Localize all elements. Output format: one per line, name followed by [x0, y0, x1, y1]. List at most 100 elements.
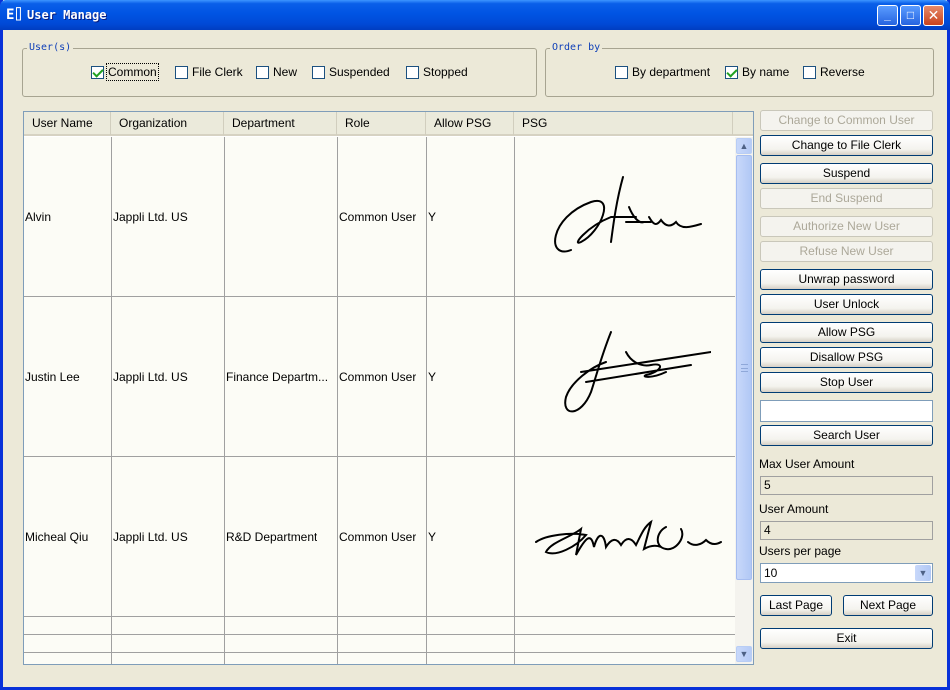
table-row-empty[interactable]: [24, 617, 735, 635]
close-button[interactable]: ✕: [923, 5, 944, 26]
cell-psg: [515, 457, 735, 616]
checkbox-icon: [256, 65, 269, 79]
change-to-file-clerk-button[interactable]: Change to File Clerk: [760, 135, 933, 156]
table-row-empty[interactable]: [24, 635, 735, 653]
cell-organization: Jappli Ltd. US: [112, 137, 225, 296]
suspend-button[interactable]: Suspend: [760, 163, 933, 184]
column-header-user-name[interactable]: User Name: [24, 112, 111, 135]
cell-empty: [427, 635, 515, 652]
cell-organization: Jappli Ltd. US: [112, 457, 225, 616]
filter-new-checkbox[interactable]: New: [256, 64, 297, 80]
users-per-page-value: 10: [764, 566, 778, 580]
grip-icon: [741, 364, 748, 372]
order-by-name-checkbox[interactable]: By name: [725, 64, 789, 80]
scroll-down-icon[interactable]: ▼: [736, 646, 752, 662]
cell-empty: [338, 653, 427, 664]
max-user-amount-label: Max User Amount: [759, 457, 855, 471]
checkbox-checked-icon: [725, 65, 738, 79]
end-suspend-button[interactable]: End Suspend: [760, 188, 933, 209]
checkbox-icon: [615, 65, 628, 79]
filter-suspended-checkbox[interactable]: Suspended: [312, 64, 390, 80]
users-filter-group: User(s) Common File Clerk New Suspended …: [22, 42, 537, 97]
cell-role: Common User: [338, 137, 427, 296]
checkbox-icon: [803, 65, 816, 79]
table-vertical-scrollbar[interactable]: ▲ ▼: [735, 137, 753, 664]
refuse-new-user-button[interactable]: Refuse New User: [760, 241, 933, 262]
title-bar[interactable]: E⌷ User Manage _ □ ✕: [0, 0, 950, 30]
change-to-common-user-button[interactable]: Change to Common User: [760, 110, 933, 131]
user-amount-label: User Amount: [759, 502, 829, 516]
signature-justin-image: [563, 330, 711, 412]
column-header-role[interactable]: Role: [337, 112, 426, 135]
cell-allow-psg: Y: [427, 137, 515, 296]
checkbox-icon: [406, 65, 419, 79]
cell-organization: Jappli Ltd. US: [112, 297, 225, 456]
cell-user-name: Micheal Qiu: [24, 457, 112, 616]
cell-empty: [24, 653, 112, 664]
cell-department: R&D Department: [225, 457, 338, 616]
order-by-legend: Order by: [550, 42, 603, 53]
user-amount-field: 4: [760, 521, 933, 540]
checkbox-checked-icon: [91, 65, 104, 79]
disallow-psg-button[interactable]: Disallow PSG: [760, 347, 933, 368]
cell-user-name: Alvin: [24, 137, 112, 296]
column-header-organization[interactable]: Organization: [111, 112, 224, 135]
exit-button[interactable]: Exit: [760, 628, 933, 649]
cell-role: Common User: [338, 457, 427, 616]
table-body: Alvin Jappli Ltd. US Common User Y Justi…: [24, 137, 735, 664]
minimize-button[interactable]: _: [877, 5, 898, 26]
table-header: User Name Organization Department Role A…: [24, 112, 753, 136]
cell-empty: [112, 653, 225, 664]
stop-user-button[interactable]: Stop User: [760, 372, 933, 393]
users-filter-legend: User(s): [27, 42, 74, 53]
filter-stopped-checkbox[interactable]: Stopped: [406, 64, 468, 80]
cell-department: [225, 137, 338, 296]
scroll-thumb[interactable]: [736, 155, 752, 580]
filter-common-label: Common: [106, 63, 159, 81]
cell-empty: [112, 635, 225, 652]
cell-empty: [427, 653, 515, 664]
cell-psg: [515, 297, 735, 456]
last-page-button[interactable]: Last Page: [760, 595, 832, 616]
unwrap-password-button[interactable]: Unwrap password: [760, 269, 933, 290]
column-header-psg[interactable]: PSG: [514, 112, 733, 135]
cell-empty: [112, 617, 225, 634]
column-header-allow-psg[interactable]: Allow PSG: [426, 112, 514, 135]
signature-micheal-image: [534, 519, 722, 555]
table-row-empty[interactable]: [24, 653, 735, 664]
maximize-button[interactable]: □: [900, 5, 921, 26]
filter-common-checkbox[interactable]: Common: [91, 63, 159, 81]
window-title: User Manage: [27, 8, 107, 22]
user-unlock-button[interactable]: User Unlock: [760, 294, 933, 315]
table-row[interactable]: Alvin Jappli Ltd. US Common User Y: [24, 137, 735, 297]
signature-alvin-image: [553, 175, 702, 252]
app-icon: E⌷: [6, 7, 23, 23]
filter-stopped-label: Stopped: [423, 65, 468, 79]
cell-psg: [515, 137, 735, 296]
cell-allow-psg: Y: [427, 297, 515, 456]
cell-allow-psg: Y: [427, 457, 515, 616]
user-table[interactable]: User Name Organization Department Role A…: [23, 111, 754, 665]
cell-empty: [338, 617, 427, 634]
search-user-input[interactable]: [760, 400, 933, 422]
order-by-department-checkbox[interactable]: By department: [615, 64, 710, 80]
order-reverse-checkbox[interactable]: Reverse: [803, 64, 865, 80]
next-page-button[interactable]: Next Page: [843, 595, 933, 616]
chevron-down-icon[interactable]: ▼: [915, 565, 931, 581]
authorize-new-user-button[interactable]: Authorize New User: [760, 216, 933, 237]
cell-empty: [24, 617, 112, 634]
table-row[interactable]: Micheal Qiu Jappli Ltd. US R&D Departmen…: [24, 457, 735, 617]
scroll-up-icon[interactable]: ▲: [736, 138, 752, 154]
order-by-group: Order by By department By name Reverse: [545, 42, 934, 97]
allow-psg-button[interactable]: Allow PSG: [760, 322, 933, 343]
filter-file-clerk-checkbox[interactable]: File Clerk: [175, 64, 243, 80]
user-manage-window: E⌷ User Manage _ □ ✕ User(s) Common File…: [0, 0, 950, 690]
search-user-button[interactable]: Search User: [760, 425, 933, 446]
cell-empty: [24, 635, 112, 652]
checkbox-icon: [312, 65, 325, 79]
max-user-amount-field: 5: [760, 476, 933, 495]
users-per-page-select[interactable]: 10 ▼: [760, 563, 933, 583]
table-row[interactable]: Justin Lee Jappli Ltd. US Finance Depart…: [24, 297, 735, 457]
order-reverse-label: Reverse: [820, 65, 865, 79]
column-header-department[interactable]: Department: [224, 112, 337, 135]
